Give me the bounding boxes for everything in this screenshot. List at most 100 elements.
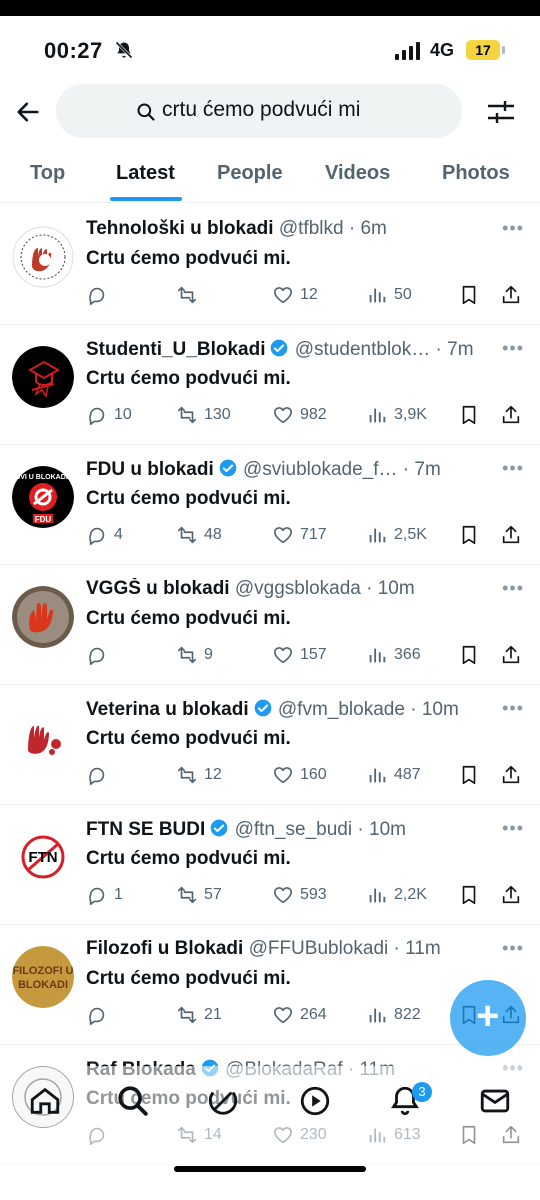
reply-button[interactable]: 4 — [86, 522, 123, 548]
back-arrow-icon[interactable] — [14, 98, 42, 126]
like-button[interactable]: 160 — [272, 762, 327, 788]
tweet-row[interactable]: Veterina u blokadi @fvm_blokade · 10m ••… — [0, 684, 540, 805]
reply-button[interactable] — [86, 642, 114, 668]
tweet-actions: 4 48 717 2,5K — [86, 522, 526, 548]
bookmark-button[interactable] — [458, 882, 480, 908]
share-icon — [502, 525, 520, 544]
more-options-icon[interactable]: ••• — [502, 698, 524, 719]
like-button[interactable]: 264 — [272, 1002, 327, 1028]
author-handle: @fvm_blokade — [277, 699, 405, 720]
views-icon — [369, 408, 386, 423]
views-button[interactable]: 50 — [366, 282, 412, 308]
avatar[interactable]: FDU SVI U BLOKADE — [12, 466, 74, 528]
video-icon[interactable] — [298, 1084, 332, 1118]
share-button[interactable] — [500, 402, 522, 428]
tweet-row[interactable]: FTN FTN SE BUDI @ftn_se_budi · 10m ••• C… — [0, 804, 540, 925]
tweet-row[interactable]: Studenti_U_Blokadi @studentblok… · 7m ••… — [0, 324, 540, 445]
more-options-icon[interactable]: ••• — [502, 458, 524, 479]
tab-people[interactable]: People — [217, 162, 283, 185]
author-name[interactable]: FDU u blokadi — [86, 459, 214, 480]
bookmark-button[interactable] — [458, 642, 480, 668]
author-name[interactable]: FTN SE BUDI — [86, 819, 205, 840]
tweet-text: Crtu ćemo podvući mi. — [86, 728, 291, 749]
grok-icon[interactable] — [206, 1084, 240, 1118]
tab-top[interactable]: Top — [30, 162, 65, 185]
author-name[interactable]: VGGŠ u blokadi — [86, 578, 230, 599]
share-button[interactable] — [500, 522, 522, 548]
views-count: 2,5K — [394, 526, 427, 543]
views-button[interactable]: 487 — [366, 762, 421, 788]
like-icon — [273, 887, 293, 904]
home-icon[interactable] — [28, 1084, 62, 1118]
author-name[interactable]: Veterina u blokadi — [86, 699, 249, 720]
author-name[interactable]: Filozofi u Blokadi — [86, 938, 243, 959]
avatar-ftn-label: FTN — [28, 849, 57, 866]
like-button[interactable]: 157 — [272, 642, 327, 668]
reply-icon — [89, 887, 105, 905]
tab-videos[interactable]: Videos — [325, 162, 390, 185]
views-button[interactable]: 2,2K — [366, 882, 427, 908]
time-separator: · — [397, 459, 415, 480]
tweet-actions: 12 50 — [86, 282, 526, 308]
share-button[interactable] — [500, 762, 522, 788]
explore-search-icon[interactable] — [116, 1084, 150, 1118]
like-button[interactable]: 12 — [272, 282, 318, 308]
reply-button[interactable] — [86, 1002, 114, 1028]
tab-photos[interactable]: Photos — [442, 162, 510, 185]
more-options-icon[interactable]: ••• — [502, 218, 524, 239]
reply-button[interactable]: 1 — [86, 882, 123, 908]
retweet-button[interactable]: 57 — [176, 882, 222, 908]
filter-icon[interactable] — [486, 98, 516, 126]
share-button[interactable] — [500, 882, 522, 908]
tweet-row[interactable]: VGGŠ u blokadi @vggsblokada · 10m ••• Cr… — [0, 564, 540, 685]
reply-count: 1 — [114, 886, 123, 903]
bookmark-button[interactable] — [458, 762, 480, 788]
views-count: 50 — [394, 286, 412, 303]
reply-button[interactable] — [86, 762, 114, 788]
retweet-button[interactable]: 130 — [176, 402, 231, 428]
more-options-icon[interactable]: ••• — [502, 938, 524, 959]
avatar[interactable] — [12, 346, 74, 408]
views-button[interactable]: 366 — [366, 642, 421, 668]
bookmark-button[interactable] — [458, 402, 480, 428]
tab-latest[interactable]: Latest — [116, 162, 175, 185]
retweet-button[interactable] — [176, 282, 204, 308]
share-button[interactable] — [500, 642, 522, 668]
reply-button[interactable] — [86, 282, 114, 308]
battery-cap — [502, 46, 505, 54]
share-button[interactable] — [500, 282, 522, 308]
avatar[interactable]: FTN — [12, 826, 74, 888]
retweet-button[interactable]: 21 — [176, 1002, 222, 1028]
bookmark-button[interactable] — [458, 282, 480, 308]
bookmark-button[interactable] — [458, 522, 480, 548]
avatar[interactable] — [12, 226, 74, 288]
views-button[interactable]: 3,9K — [366, 402, 427, 428]
retweet-button[interactable]: 12 — [176, 762, 222, 788]
like-button[interactable]: 593 — [272, 882, 327, 908]
tweet-actions: 9 157 366 — [86, 642, 526, 668]
avatar[interactable] — [12, 586, 74, 648]
author-name[interactable]: Tehnološki u blokadi — [86, 218, 274, 239]
messages-envelope-icon[interactable] — [478, 1084, 512, 1118]
more-options-icon[interactable]: ••• — [502, 818, 524, 839]
avatar[interactable]: FILOZOFI U BLOKADI — [12, 946, 74, 1008]
more-options-icon[interactable]: ••• — [502, 338, 524, 359]
views-button[interactable]: 822 — [366, 1002, 421, 1028]
more-options-icon[interactable]: ••• — [502, 578, 524, 599]
retweet-icon — [177, 646, 197, 664]
author-handle: @FFUBublokadi — [248, 938, 389, 959]
tweet-text: Crtu ćemo podvući mi. — [86, 608, 291, 629]
author-name[interactable]: Studenti_U_Blokadi — [86, 339, 265, 360]
retweet-button[interactable]: 9 — [176, 642, 213, 668]
like-icon — [273, 287, 293, 304]
views-button[interactable]: 2,5K — [366, 522, 427, 548]
tweet-row[interactable]: Tehnološki u blokadi @tfblkd · 6m ••• Cr… — [0, 204, 540, 325]
tweet-row[interactable]: FDU SVI U BLOKADE FDU u blokadi @sviublok… — [0, 444, 540, 565]
avatar[interactable] — [12, 706, 74, 768]
reply-button[interactable]: 10 — [86, 402, 132, 428]
like-button[interactable]: 717 — [272, 522, 327, 548]
like-button[interactable]: 982 — [272, 402, 327, 428]
retweet-button[interactable]: 48 — [176, 522, 222, 548]
like-icon — [273, 647, 293, 664]
views-count: 2,2K — [394, 886, 427, 903]
